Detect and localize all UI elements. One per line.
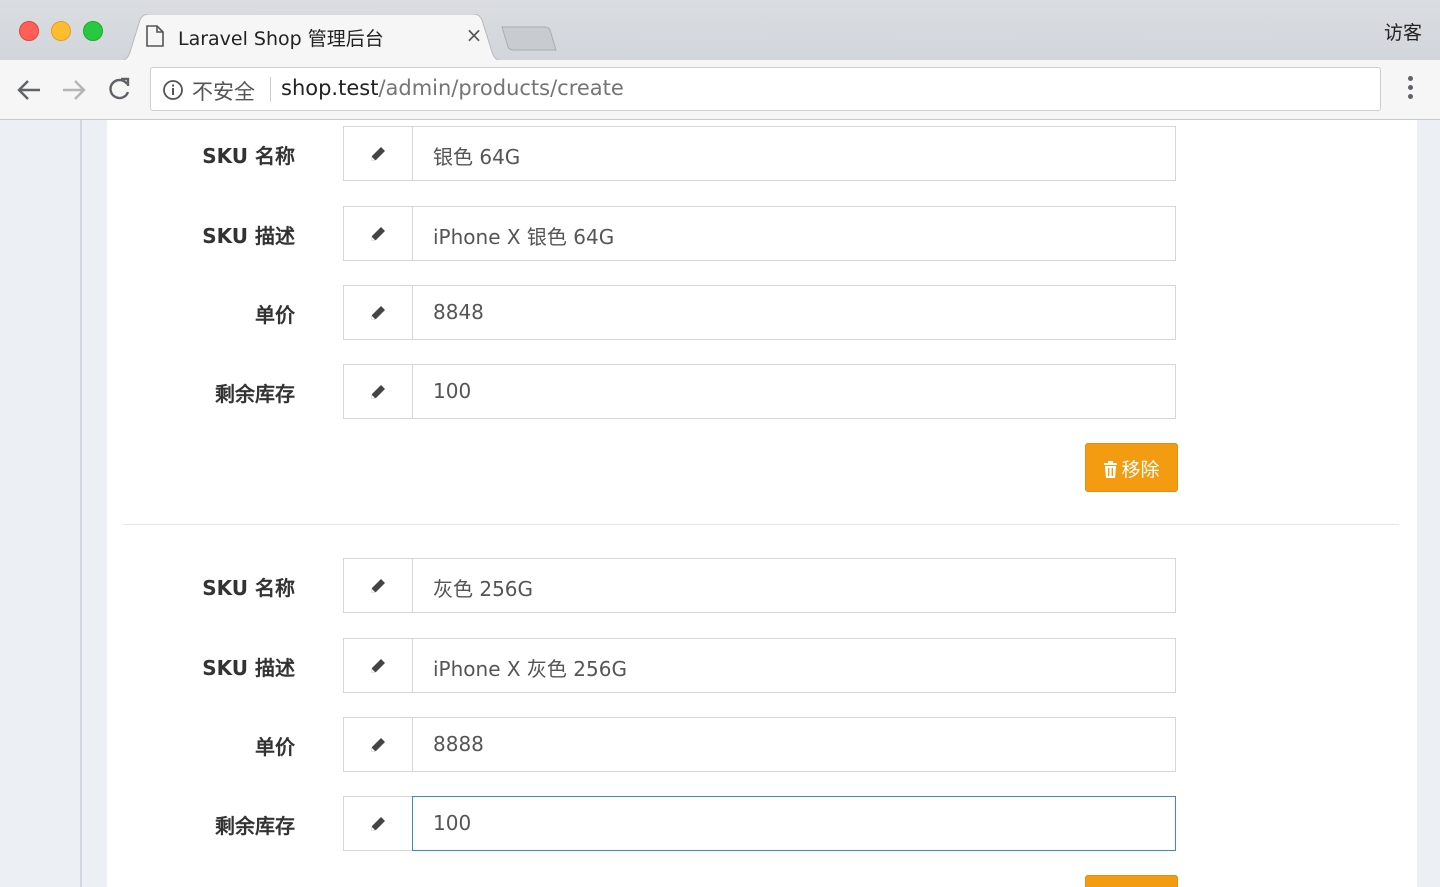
pencil-icon [343,364,413,419]
pencil-icon [343,796,413,851]
sku-price-row: 单价 8888 [107,717,1417,772]
sku-description-row: SKU 描述 iPhone X 银色 64G [107,206,1417,261]
remove-sku-button[interactable]: 移除 [1085,443,1178,492]
sku-description-input-group: iPhone X 灰色 256G [343,638,1176,693]
sku-price-input[interactable]: 8848 [412,285,1176,340]
sku-description-label: SKU 描述 [202,224,295,248]
sku-stock-label: 剩余库存 [215,382,295,406]
form-box: SKU 名称 银色 64G SKU 描述 iPhone X 银色 64G 单价 … [107,120,1417,887]
arrow-left-icon [17,80,40,100]
pencil-icon [343,126,413,181]
sku-description-row: SKU 描述 iPhone X 灰色 256G [107,638,1417,693]
reload-icon [109,77,130,100]
profile-label[interactable]: 访客 [1384,18,1422,45]
sku-price-label: 单价 [255,735,295,759]
url-text[interactable]: shop.test/admin/products/create [281,76,624,100]
sku-stock-row: 剩余库存 100 [107,796,1417,851]
info-icon[interactable] [162,79,184,105]
browser-menu-icon[interactable] [1398,76,1422,104]
security-status: 不安全 [192,80,255,104]
sku-price-input[interactable]: 8888 [412,717,1176,772]
forward-button[interactable] [59,75,89,105]
back-button[interactable] [14,75,44,105]
pencil-icon [343,638,413,693]
page-content: SKU 名称 银色 64G SKU 描述 iPhone X 银色 64G 单价 … [0,120,1440,887]
sku-name-row: SKU 名称 灰色 256G [107,558,1417,613]
pencil-icon [343,717,413,772]
pencil-icon [343,558,413,613]
window-close-button[interactable] [19,21,39,41]
sku-divider [123,524,1399,525]
sku-description-input-group: iPhone X 银色 64G [343,206,1176,261]
new-tab-button[interactable] [500,26,558,52]
sku-stock-label: 剩余库存 [215,814,295,838]
remove-sku-button[interactable]: 移除 [1085,875,1178,887]
remove-sku-label: 移除 [1121,459,1160,481]
page-document-icon [146,25,164,51]
trash-icon [1104,461,1118,478]
sku-description-input[interactable]: iPhone X 银色 64G [412,206,1176,261]
browser-tab-bar: Laravel Shop 管理后台 × 访客 [0,0,1440,61]
window-maximize-button[interactable] [83,21,103,41]
address-bar[interactable]: 不安全 shop.test/admin/products/create [150,67,1381,111]
sku-description-label: SKU 描述 [202,656,295,680]
url-host: shop.test [281,76,379,100]
sku-stock-input-group: 100 [343,796,1176,851]
sku-name-input[interactable]: 灰色 256G [412,558,1176,613]
sku-stock-input-group: 100 [343,364,1176,419]
sku-stock-row: 剩余库存 100 [107,364,1417,419]
arrow-right-icon [63,80,86,100]
browser-toolbar: 不安全 shop.test/admin/products/create [0,60,1440,120]
pencil-icon [343,285,413,340]
tab-title: Laravel Shop 管理后台 [178,28,384,50]
sku-name-input-group: 灰色 256G [343,558,1176,613]
address-separator [270,77,271,102]
tab-close-icon[interactable]: × [462,23,486,47]
sku-stock-input[interactable]: 100 [412,364,1176,419]
sku-name-input[interactable]: 银色 64G [412,126,1176,181]
window-minimize-button[interactable] [51,21,71,41]
sku-price-label: 单价 [255,303,295,327]
sku-name-label: SKU 名称 [202,144,295,168]
sidebar-edge [80,120,82,887]
browser-tab-active[interactable]: Laravel Shop 管理后台 × [116,14,506,61]
sku-price-row: 单价 8848 [107,285,1417,340]
sku-description-input[interactable]: iPhone X 灰色 256G [412,638,1176,693]
reload-button[interactable] [104,75,134,105]
sku-price-input-group: 8848 [343,285,1176,340]
sku-name-row: SKU 名称 银色 64G [107,126,1417,181]
sku-name-label: SKU 名称 [202,576,295,600]
sku-price-input-group: 8888 [343,717,1176,772]
url-path: /admin/products/create [378,76,624,100]
sku-stock-input-focused[interactable]: 100 [412,796,1176,851]
pencil-icon [343,206,413,261]
sku-name-input-group: 银色 64G [343,126,1176,181]
